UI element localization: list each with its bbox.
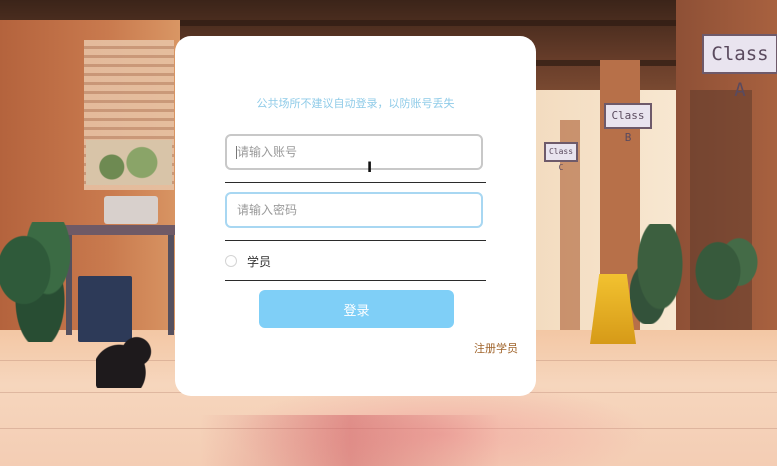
- potted-plant: [630, 224, 690, 324]
- class-sign: Class A: [702, 34, 777, 101]
- black-cat: [96, 336, 154, 388]
- printer: [104, 196, 158, 224]
- security-tip: 公共场所不建议自动登录，以防账号丢失: [256, 97, 455, 110]
- text-cursor-icon: I: [367, 160, 373, 176]
- potted-plant: [690, 235, 760, 325]
- trash-bin: [78, 276, 132, 342]
- class-sign: Class B: [604, 103, 652, 144]
- role-option-label: 学员: [247, 254, 272, 269]
- divider: [225, 182, 486, 183]
- window-plants: [86, 140, 172, 185]
- divider: [225, 240, 486, 241]
- desk-leg: [168, 235, 174, 335]
- radio-button[interactable]: [225, 255, 237, 267]
- login-card: 公共场所不建议自动登录，以防账号丢失 I 学员 登录 注册学员: [175, 36, 536, 396]
- class-sign: Class C: [544, 142, 578, 172]
- role-option-student[interactable]: 学员: [225, 252, 271, 270]
- account-input[interactable]: [225, 134, 483, 170]
- login-button[interactable]: 登录: [259, 290, 454, 328]
- divider: [225, 280, 486, 281]
- potted-plant: [0, 222, 80, 342]
- password-input[interactable]: [225, 192, 483, 228]
- text-caret: [236, 146, 237, 159]
- register-student-link[interactable]: 注册学员: [474, 340, 518, 356]
- floor-light: [200, 415, 500, 466]
